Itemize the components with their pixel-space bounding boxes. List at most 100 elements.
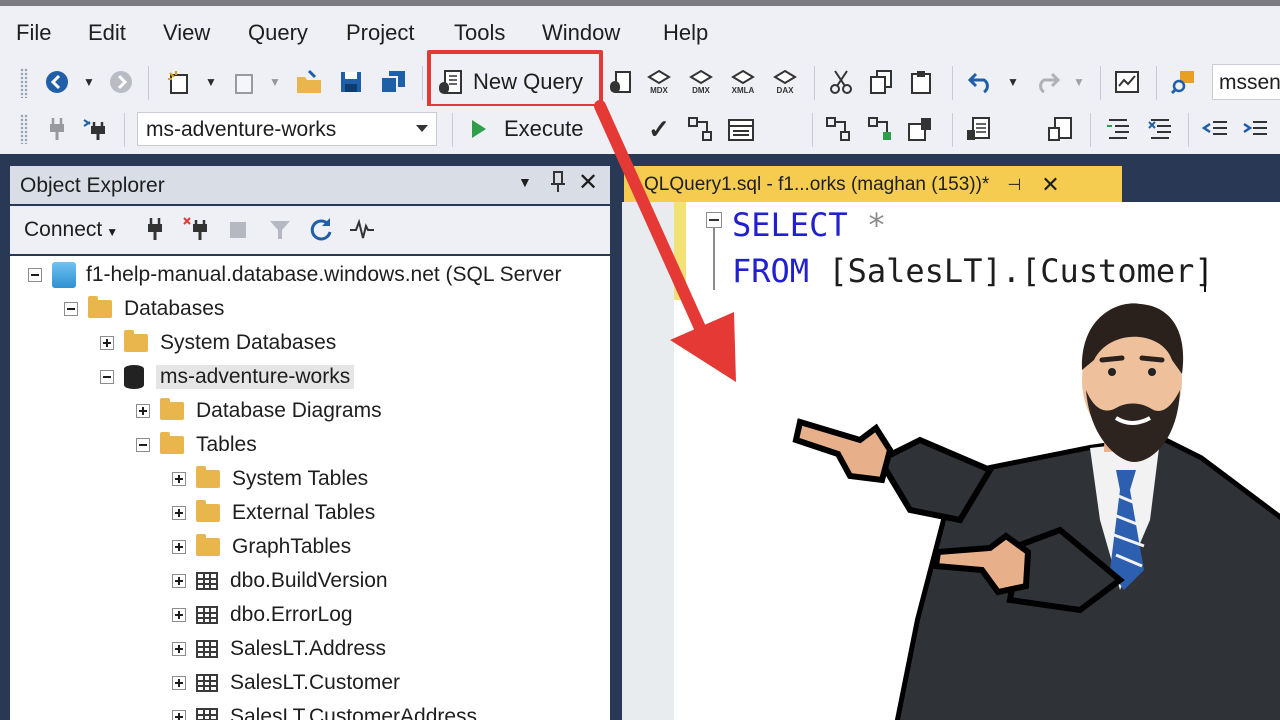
include-actual-plan-icon[interactable] — [824, 114, 854, 144]
tree-node-system-databases[interactable]: System Databases — [100, 328, 336, 358]
table-row[interactable]: dbo.BuildVersion — [172, 566, 388, 596]
add-item-dropdown-icon[interactable]: ▼ — [260, 67, 290, 97]
object-explorer-toolbar: Connect ▼ — [10, 206, 610, 254]
back-dropdown-icon[interactable]: ▼ — [74, 67, 104, 97]
decrease-indent-icon[interactable] — [1200, 114, 1230, 144]
tree-node-database[interactable]: ms-adventure-works — [100, 362, 355, 392]
available-databases-dropdown[interactable]: ms-adventure-works — [137, 112, 437, 146]
menu-bar: File Edit View Query Project Tools Windo… — [0, 0, 1280, 60]
client-statistics-icon[interactable] — [906, 114, 936, 144]
folder-icon — [160, 398, 184, 420]
close-icon[interactable]: ✕ — [1041, 172, 1059, 198]
disconnect-icon[interactable] — [182, 216, 212, 247]
menu-view[interactable]: View — [163, 20, 210, 46]
menu-tools[interactable]: Tools — [454, 20, 505, 46]
table-row[interactable]: SalesLT.CustomerAddress — [172, 702, 477, 720]
expand-icon[interactable] — [136, 404, 150, 418]
expand-icon[interactable] — [100, 336, 114, 350]
red-arrow-annotation — [594, 100, 736, 382]
refresh-icon[interactable] — [308, 216, 334, 249]
uncomment-icon[interactable] — [1146, 114, 1176, 144]
undo-icon[interactable] — [966, 67, 996, 97]
collapse-icon[interactable] — [136, 438, 150, 452]
activity-monitor-icon[interactable] — [348, 218, 376, 247]
results-to-text-icon[interactable] — [964, 114, 994, 144]
new-project-dropdown-icon[interactable]: ▼ — [196, 67, 226, 97]
redo-dropdown-icon[interactable]: ▼ — [1064, 67, 1094, 97]
expand-icon[interactable] — [172, 574, 186, 588]
tree-node-databases[interactable]: Databases — [64, 294, 224, 324]
chevron-down-icon — [416, 125, 428, 132]
cut-icon[interactable] — [826, 67, 856, 97]
play-icon — [472, 120, 486, 138]
table-icon — [196, 708, 218, 720]
database-icon — [124, 365, 144, 389]
menu-window[interactable]: Window — [542, 20, 620, 46]
redo-icon[interactable] — [1032, 67, 1062, 97]
tree-node-database-diagrams[interactable]: Database Diagrams — [136, 396, 382, 426]
expand-icon[interactable] — [172, 472, 186, 486]
folder-icon — [196, 466, 220, 488]
back-icon[interactable] — [42, 67, 72, 97]
object-explorer-title: Object Explorer — [20, 174, 165, 197]
forward-icon[interactable] — [106, 67, 136, 97]
copy-icon[interactable] — [866, 67, 896, 97]
comment-out-icon[interactable] — [1104, 114, 1134, 144]
find-icon[interactable] — [1168, 67, 1198, 97]
toolbar-grip[interactable] — [20, 68, 28, 98]
table-icon — [196, 640, 218, 658]
change-connection-icon[interactable] — [82, 114, 112, 144]
undo-dropdown-icon[interactable]: ▼ — [998, 67, 1028, 97]
server-icon — [52, 262, 76, 288]
table-row[interactable]: SalesLT.Customer — [172, 668, 400, 698]
tree-node-system-tables[interactable]: System Tables — [172, 464, 368, 494]
activity-monitor-icon[interactable] — [1112, 67, 1142, 97]
folder-icon — [196, 534, 220, 556]
toolbar-grip[interactable] — [20, 114, 28, 144]
folder-icon — [196, 500, 220, 522]
window-position-icon[interactable]: ▼ — [518, 174, 532, 190]
tree-node-external-tables[interactable]: External Tables — [172, 498, 375, 528]
save-all-icon[interactable] — [378, 67, 408, 97]
save-icon[interactable] — [336, 67, 366, 97]
pin-icon[interactable]: ⊣ — [1007, 175, 1021, 195]
stop-icon[interactable] — [230, 222, 246, 238]
open-file-icon[interactable] — [294, 67, 324, 97]
object-explorer-tree: f1-help-manual.database.windows.net (SQL… — [10, 256, 610, 720]
live-query-statistics-icon[interactable] — [866, 114, 896, 144]
increase-indent-icon[interactable] — [1240, 114, 1270, 144]
expand-icon[interactable] — [172, 506, 186, 520]
tree-node-graph-tables[interactable]: GraphTables — [172, 532, 351, 562]
dax-query-icon[interactable]: DAX — [770, 67, 800, 97]
table-row[interactable]: dbo.ErrorLog — [172, 600, 353, 630]
tree-node-tables[interactable]: Tables — [136, 430, 257, 460]
code-line-2[interactable]: FROM [SalesLT].[Customer] — [732, 252, 1214, 290]
server-search-box[interactable]: mssen — [1212, 64, 1280, 100]
collapse-icon[interactable] — [100, 370, 114, 384]
menu-project[interactable]: Project — [346, 20, 414, 46]
table-icon — [196, 572, 218, 590]
new-project-icon[interactable] — [164, 67, 194, 97]
menu-edit[interactable]: Edit — [88, 20, 126, 46]
connect-button[interactable]: Connect ▼ — [24, 218, 118, 242]
menu-query[interactable]: Query — [248, 20, 308, 46]
connect-plug-icon[interactable] — [144, 216, 166, 247]
paste-icon[interactable] — [906, 67, 936, 97]
expand-icon[interactable] — [172, 710, 186, 720]
menu-help[interactable]: Help — [663, 20, 708, 46]
connect-plug-icon[interactable] — [42, 114, 72, 144]
collapse-icon[interactable] — [28, 268, 42, 282]
expand-icon[interactable] — [172, 540, 186, 554]
filter-icon[interactable] — [268, 218, 292, 247]
folder-icon — [160, 432, 184, 454]
expand-icon[interactable] — [172, 608, 186, 622]
tree-node-server[interactable]: f1-help-manual.database.windows.net (SQL… — [28, 260, 561, 290]
collapse-icon[interactable] — [64, 302, 78, 316]
expand-icon[interactable] — [172, 642, 186, 656]
text-caret — [1204, 258, 1206, 292]
add-item-icon[interactable] — [228, 67, 258, 97]
menu-file[interactable]: File — [16, 20, 51, 46]
results-to-file-icon[interactable] — [1046, 114, 1076, 144]
expand-icon[interactable] — [172, 676, 186, 690]
table-row[interactable]: SalesLT.Address — [172, 634, 386, 664]
